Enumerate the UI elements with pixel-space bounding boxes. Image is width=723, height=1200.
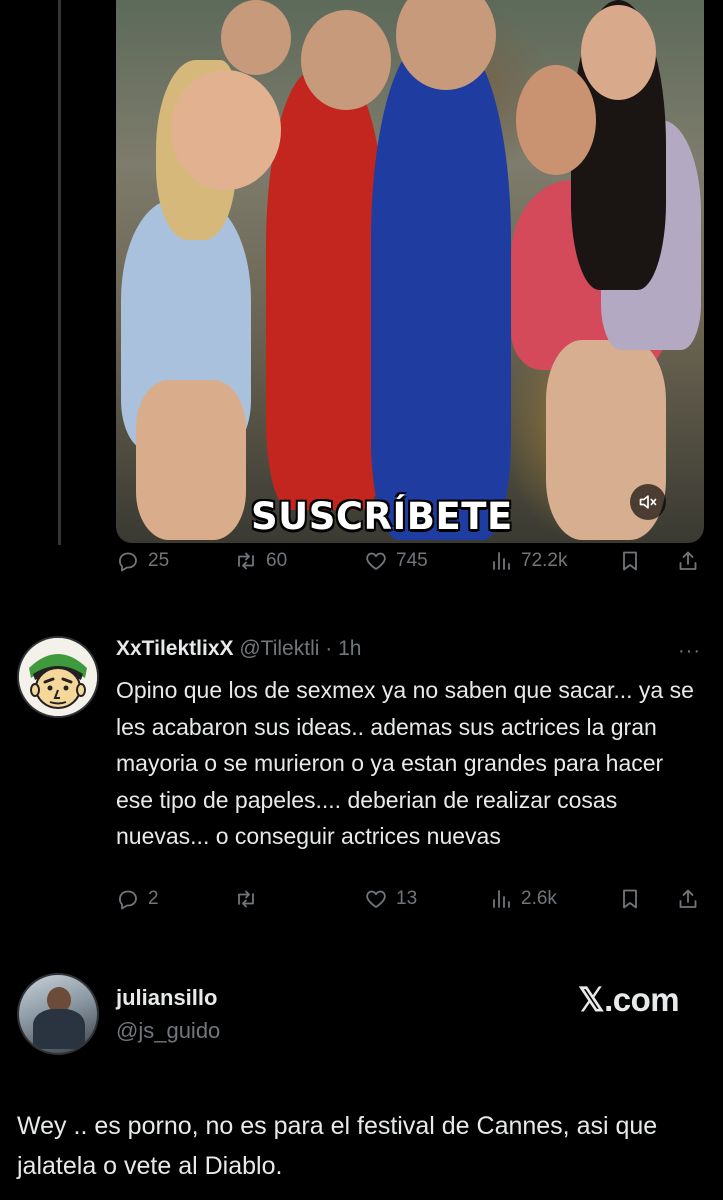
like-button[interactable]: 13 [364, 887, 417, 911]
share-icon [679, 551, 697, 570]
avatar[interactable] [17, 636, 99, 718]
thread-connector-line [58, 0, 61, 545]
share-icon [679, 889, 697, 908]
video-frame-face [301, 10, 391, 110]
like-icon [366, 890, 386, 908]
video-caption: SUSCRÍBETE [251, 495, 513, 538]
like-icon [366, 552, 386, 570]
video-frame-figure [266, 70, 386, 510]
views-count: 2.6k [521, 888, 557, 909]
more-icon[interactable]: ··· [678, 640, 701, 663]
bookmark-icon [623, 889, 637, 909]
bookmark-button[interactable] [618, 887, 642, 911]
views-button[interactable]: 2.6k [489, 887, 557, 911]
views-icon [493, 552, 510, 570]
like-button[interactable]: 745 [364, 549, 428, 573]
card-text: Wey .. es porno, no es para el festival … [17, 1112, 658, 1180]
reply-button[interactable]: 2 [116, 887, 159, 911]
reply-text: Opino que los de sexmex ya no saben que … [116, 677, 694, 849]
repost-button[interactable]: 60 [234, 549, 287, 573]
video-frame-figure [371, 40, 511, 540]
cartoon-face-avatar-image [19, 638, 97, 716]
reply-button[interactable]: 25 [116, 549, 169, 573]
card-display-name[interactable]: juliansillo [116, 985, 217, 1011]
share-button[interactable] [676, 887, 700, 911]
video-frame-face [171, 70, 281, 190]
speaker-muted-icon [639, 495, 657, 509]
reply-icon [119, 552, 137, 572]
views-icon [493, 890, 510, 908]
avatar-photo-body [33, 1009, 85, 1049]
video-frame-face [516, 65, 596, 175]
video-frame-figure [136, 380, 246, 540]
repost-button[interactable] [234, 887, 266, 911]
avatar[interactable] [17, 973, 99, 1055]
video-frame-face [221, 0, 291, 75]
video-frame-face [581, 5, 656, 100]
reply-timestamp[interactable]: 1h [338, 637, 361, 660]
reply-handle[interactable]: @Tilektli [239, 637, 319, 660]
repost-count: 60 [266, 550, 288, 571]
share-button[interactable] [676, 549, 700, 573]
unmute-button[interactable] [630, 484, 666, 520]
views-button[interactable]: 72.2k [489, 549, 567, 573]
views-count: 72.2k [521, 550, 568, 571]
reply-count: 25 [148, 550, 170, 571]
like-count: 745 [396, 550, 428, 571]
reply-count: 2 [148, 888, 159, 909]
reply-icon [119, 890, 137, 910]
bookmark-icon [623, 551, 637, 571]
repost-icon [238, 890, 254, 908]
reply-header: XxTilektlixX @Tilektli · 1h [116, 637, 361, 661]
reply-display-name[interactable]: XxTilektlixX [116, 637, 234, 660]
like-count: 13 [396, 888, 418, 909]
bookmark-button[interactable] [618, 549, 642, 573]
video-player[interactable]: SUSCRÍBETE [116, 0, 704, 543]
reply-separator: · [319, 637, 339, 660]
card-handle[interactable]: @js_guido [116, 1018, 220, 1044]
repost-icon [238, 552, 254, 570]
x-logo-source: 𝕏.com [578, 981, 680, 1018]
